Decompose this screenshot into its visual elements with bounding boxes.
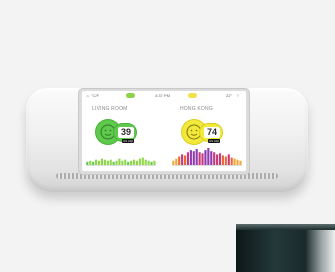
history-bar [227, 154, 230, 166]
history-bar [124, 159, 127, 165]
history-bar [198, 152, 201, 165]
history-bar [239, 160, 242, 165]
history-bar [130, 160, 133, 165]
history-bar [204, 150, 207, 166]
history-bar [181, 154, 184, 166]
history-bar [233, 158, 236, 166]
history-bar [97, 160, 101, 165]
history-bar [236, 159, 239, 165]
history-bar [221, 155, 224, 165]
history-bar [186, 152, 189, 165]
history-bar [106, 160, 109, 165]
history-bar [183, 155, 187, 165]
history-bar [147, 160, 150, 165]
history-bar [89, 160, 92, 165]
status-yellow-pill [188, 92, 198, 98]
history-bar [132, 159, 136, 165]
history-bar [121, 160, 124, 165]
history-bar [213, 152, 216, 165]
status-bar: ☼ °C/F 4:37 PM 22° ⌔ [82, 91, 246, 100]
history-bar [103, 159, 106, 165]
history-bar [92, 161, 95, 165]
history-bar [153, 160, 156, 165]
aqi-history-chart-hong-kong [172, 148, 242, 166]
aqi-unit-hong-kong: US AQI [208, 139, 221, 143]
history-bar [95, 159, 98, 165]
sun-icon: ☼ [86, 93, 90, 98]
history-bar [178, 156, 181, 165]
aqi-value-hong-kong: 74 [204, 127, 220, 138]
history-bar [195, 149, 198, 165]
location-label-living-room: LIVING ROOM [92, 106, 128, 112]
status-green-pill [126, 92, 136, 98]
history-bar [201, 153, 204, 165]
aqi-unit-living-room: US AQI [122, 139, 135, 143]
history-bar [230, 157, 233, 165]
history-bar [224, 156, 227, 165]
aqi-value-living-room: 39 [118, 127, 134, 138]
history-bar [210, 151, 213, 165]
history-bar [109, 159, 112, 165]
history-bar [218, 153, 222, 165]
history-bar [112, 161, 115, 165]
history-bar [150, 161, 153, 165]
aqi-history-chart-living-room [86, 157, 156, 166]
history-bar [115, 160, 118, 165]
history-bar [135, 160, 138, 165]
history-bar [175, 158, 178, 166]
device-screen: ☼ °C/F 4:37 PM 22° ⌔ LIVING ROOM 39 US A… [82, 91, 246, 171]
photo-scene: ☼ °C/F 4:37 PM 22° ⌔ LIVING ROOM 39 US A… [0, 0, 335, 272]
wifi-icon: ⌔ [236, 93, 240, 98]
history-bar [189, 150, 192, 166]
history-bar [192, 151, 195, 165]
history-axis [172, 165, 242, 166]
history-axis [86, 165, 156, 166]
location-label-hong-kong: HONG KONG [180, 106, 213, 112]
status-time: 4:37 PM [155, 93, 170, 98]
history-bar [127, 161, 130, 165]
status-left-reading: °C/F [91, 93, 100, 98]
status-right-reading: 22° [226, 93, 233, 98]
history-bar [207, 148, 210, 165]
history-bar [100, 158, 103, 166]
history-bar [138, 158, 141, 166]
history-bar [216, 154, 219, 166]
history-bar [144, 159, 147, 165]
history-bar [118, 158, 121, 166]
history-bar [86, 161, 89, 165]
background-object [236, 224, 335, 272]
history-bar [141, 157, 144, 165]
history-bar [172, 160, 175, 165]
